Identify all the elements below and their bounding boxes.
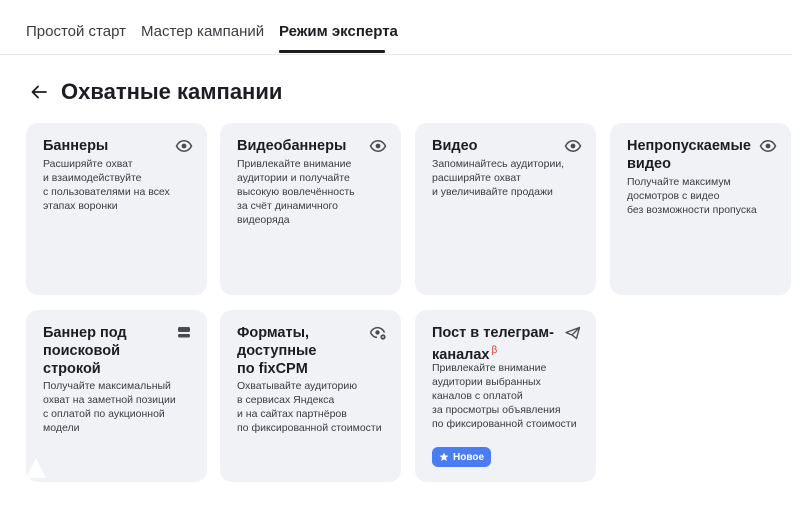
- card-description: Привлекайте внимание аудитории выбранных…: [432, 362, 577, 430]
- campaign-card-video-banners[interactable]: Видеобаннеры Привлекайте внимание аудито…: [220, 123, 401, 295]
- card-title: Баннер под поисковой строкой: [43, 325, 127, 377]
- card-title: Непропускаемые видео: [627, 138, 751, 172]
- eye-icon[interactable]: [759, 139, 777, 153]
- telegram-plane-icon[interactable]: [564, 326, 582, 340]
- beta-mark: β: [491, 345, 498, 356]
- banner-layout-icon[interactable]: [175, 326, 193, 340]
- eye-icon[interactable]: [369, 139, 387, 153]
- card-description: Запоминайтесь аудитории, расширяйте охва…: [432, 158, 565, 198]
- tab-bar: Простой старт Мастер кампаний Режим эксп…: [0, 0, 792, 55]
- card-title: Видеобаннеры: [237, 138, 347, 154]
- campaign-card-search-banner[interactable]: Баннер под поисковой строкой Получайте м…: [26, 310, 207, 482]
- card-title: Пост в телеграм-каналах β: [432, 324, 560, 364]
- active-tab-indicator: [279, 50, 385, 53]
- eye-icon[interactable]: [175, 139, 193, 153]
- card-description: Получайте максимальный охват на заметной…: [43, 380, 176, 434]
- campaign-card-banners[interactable]: Баннеры Расширяйте охват и взаимодейству…: [26, 123, 207, 295]
- star-icon: [439, 452, 449, 461]
- badge-label: Новое: [453, 451, 485, 463]
- back-arrow-icon[interactable]: [29, 82, 49, 102]
- tab-expert-mode[interactable]: Режим эксперта: [279, 23, 398, 40]
- new-badge: Новое: [432, 447, 492, 467]
- watermark-shape: [26, 456, 46, 478]
- card-title: Форматы, доступные по fixCPM: [237, 325, 317, 377]
- card-title: Видео: [432, 138, 478, 154]
- tab-campaign-wizard[interactable]: Мастер кампаний: [141, 23, 264, 40]
- card-description: Охватывайте аудиторию в сервисах Яндекса…: [237, 380, 382, 434]
- page-title: Охватные кампании: [61, 79, 283, 104]
- card-description: Привлекайте внимание аудитории и получай…: [237, 158, 355, 226]
- tab-simple-start[interactable]: Простой старт: [26, 23, 126, 40]
- card-description: Расширяйте охват и взаимодействуйте с по…: [43, 158, 170, 212]
- campaign-card-telegram-post[interactable]: Пост в телеграм-каналах β Привлекайте вни…: [415, 310, 596, 482]
- card-description: Получайте максимум досмотров с видео без…: [627, 176, 757, 216]
- card-title-text: Пост в телеграм-каналах: [432, 325, 554, 363]
- campaign-card-non-skippable-video[interactable]: Непропускаемые видео Получайте максимум …: [610, 123, 791, 295]
- campaign-card-video[interactable]: Видео Запоминайтесь аудитории, расширяйт…: [415, 123, 596, 295]
- eye-settings-icon[interactable]: [369, 326, 387, 340]
- eye-icon[interactable]: [564, 139, 582, 153]
- card-title: Баннеры: [43, 138, 109, 154]
- campaign-card-fixcpm-formats[interactable]: Форматы, доступные по fixCPM Охватывайте…: [220, 310, 401, 482]
